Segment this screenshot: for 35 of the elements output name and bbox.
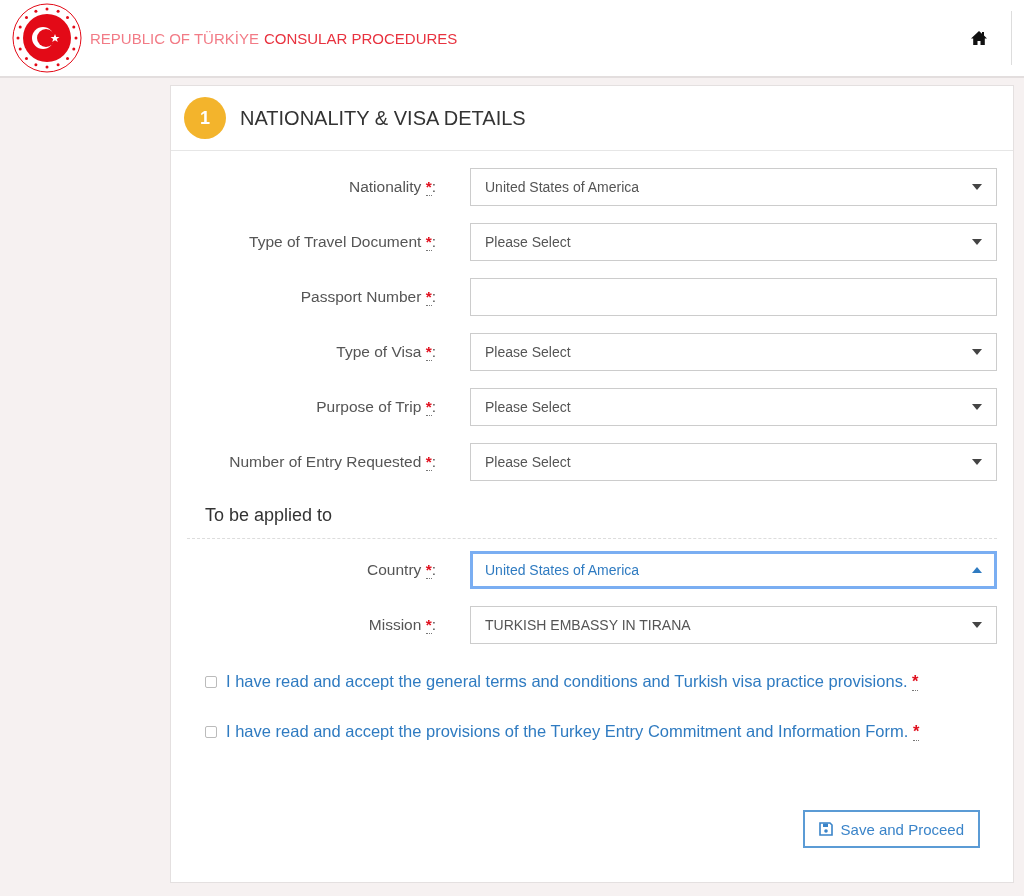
dropdown[interactable]: TURKISH EMBASSY IN TIRANA [470,606,997,644]
field-label: Type of Visa *: [335,343,436,361]
dropdown[interactable]: Please Select [470,443,997,481]
checkbox[interactable] [205,725,217,738]
field-label: Purpose of Trip *: [315,398,436,416]
caret-icon [972,349,982,355]
section-title: NATIONALITY & VISA DETAILS [240,106,526,130]
field-label: Nationality *: [347,178,436,196]
dropdown[interactable]: United States of America [470,551,997,589]
field-label: Number of Entry Requested *: [228,453,436,471]
field-label: Country *: [366,561,436,579]
checkbox[interactable] [205,675,217,688]
step-badge: 1 [184,97,226,139]
site-subtitle: CONSULAR PROCEDURES [263,29,458,47]
emblem-logo [12,3,82,73]
dropdown[interactable]: United States of America [470,168,997,206]
caret-icon [972,184,982,190]
save-button[interactable]: Save and Proceed [802,810,980,848]
caret-icon [972,567,982,573]
dropdown[interactable]: Please Select [470,388,997,426]
home-icon[interactable] [971,30,987,46]
field-label: Type of Travel Document *: [248,233,436,251]
agreement-text[interactable]: I have read and accept the general terms and conditions and Turkish visa practice provisions. * [226,672,919,691]
site-title: REPUBLIC OF TÜRKİYE [90,29,259,47]
input-field[interactable] [470,278,997,316]
caret-icon [972,622,982,628]
caret-icon [972,239,982,245]
caret-icon [972,404,982,410]
section-heading: To be applied to [205,505,334,526]
field-label: Mission *: [367,616,436,634]
dropdown[interactable]: Please Select [470,223,997,261]
dropdown[interactable]: Please Select [470,333,997,371]
caret-icon [972,459,982,465]
agreement-text[interactable]: I have read and accept the provisions of the Turkey Entry Commitment and Information Form. * [226,722,920,741]
field-label: Passport Number *: [299,288,436,306]
